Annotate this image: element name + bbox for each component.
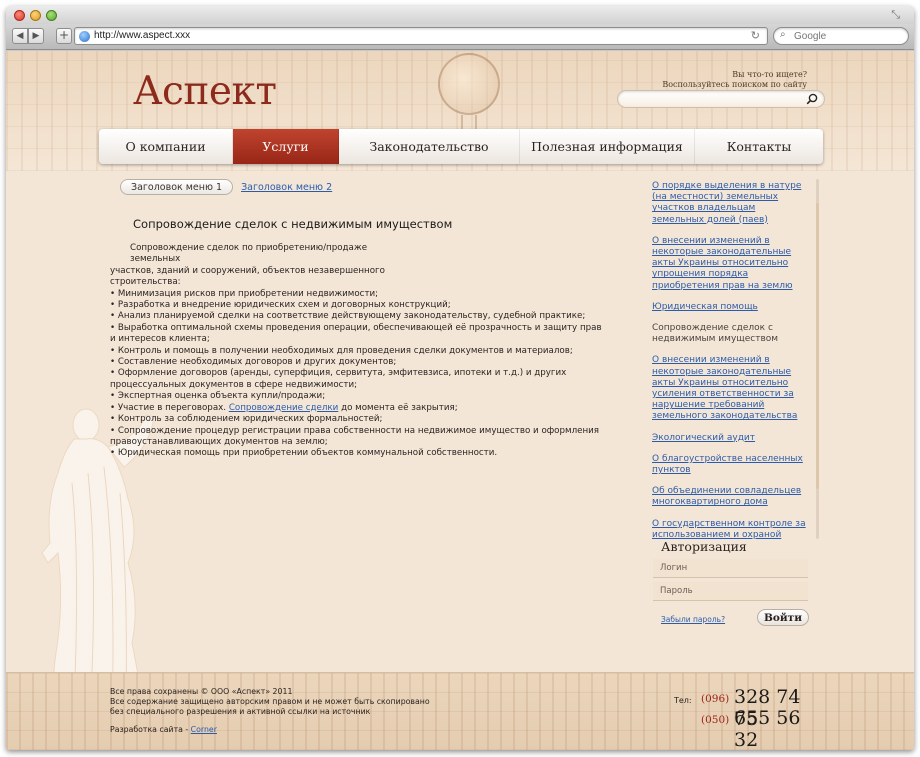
bullet-item: • Минимизация рисков при приобретении не… [110,288,379,299]
bullet-item: • Составление необходимых договоров и др… [110,357,397,368]
news-item: О государственном контроле за использова… [652,519,810,541]
news-item: Экологический аудит [652,433,810,444]
reload-icon[interactable]: ↻ [751,29,760,42]
submenu-item-1[interactable]: Заголовок меню 1 [120,179,234,195]
main-navigation: О компании Услуги Законодательство Полез… [99,129,823,164]
news-link-land-liability[interactable]: О внесении изменений в некоторые законод… [652,355,797,421]
site-search-input[interactable] [626,93,806,106]
sidebar-news-list: О порядке выделения в натуре (на местнос… [652,181,810,551]
bullet-item: • Экспертная оценка объекта купли/продаж… [110,391,326,402]
news-item: Юридическая помощь [652,302,810,313]
news-item-current: Сопровождение сделок с недвижимым имущес… [652,323,779,345]
phone-row-2: (050) 655 56 32 [674,707,814,750]
deal-support-link[interactable]: Сопровождение сделки [229,403,339,413]
news-link-state-control[interactable]: О государственном контроле за использова… [652,519,806,540]
bullet-item: • Разработка и внедрение юридических схе… [110,300,451,311]
sidebar-scrollbar[interactable] [816,179,819,539]
site-search[interactable] [617,90,825,108]
password-field[interactable] [653,582,808,601]
developer-prefix: Разработка сайта - [110,725,189,734]
bullet-item: • Контроль и помощь в получении необходи… [110,345,573,356]
add-bookmark-button[interactable]: + [56,28,72,44]
copyright-line-3: без специального разрешения и активной с… [110,707,371,716]
news-link-co-owners[interactable]: Об объединении совладельцев многоквартир… [652,486,801,507]
news-item: О порядке выделения в натуре (на местнос… [652,181,810,226]
news-link-eco-audit[interactable]: Экологический аудит [652,433,755,443]
copyright: Все права сохранены © ООО «Аспект» 2011 … [110,687,430,717]
phone-numbers: Тел: (096) 328 74 75 (050) 655 56 32 [674,686,814,750]
url-text[interactable]: http://www.aspect.xxx [94,30,190,41]
news-item: О благоустройстве населенных пунктов [652,454,810,476]
bullet-item: • Юридическая помощь при приобретении об… [110,448,498,459]
search-icon[interactable] [806,93,818,105]
news-item: О внесении изменений в некоторые законод… [652,355,810,422]
developer-credit: Разработка сайта - Corner [110,725,217,734]
nav-item-legislation[interactable]: Законодательство [339,129,520,164]
bullet-item: • Анализ планируемой сделки на соответст… [110,311,586,322]
site-logo[interactable]: Аспект [133,69,277,114]
auth-title: Авторизация [661,539,747,554]
search-icon: ⌕ [780,29,786,40]
news-link-land-allocation[interactable]: О порядке выделения в натуре (на местнос… [652,181,801,225]
login-button[interactable]: Войти [757,609,809,626]
footer: Все права сохранены © ООО «Аспект» 2011 … [6,672,914,750]
bullet-item: • Контроль за соблюдением юридических фо… [110,414,383,425]
submenu: Заголовок меню 1 Заголовок меню 2 [120,179,332,195]
sidebar-scrollbar-thumb[interactable] [816,203,819,489]
browser-search-bar[interactable]: ⌕ [773,27,909,45]
phone-code-1: (096) [701,693,730,705]
bullet-item: • Сопровождение процедур регистрации пра… [110,425,600,447]
phone-number-2: 655 56 32 [734,707,801,750]
copyright-line-1: Все права сохранены © ООО «Аспект» 2011 [110,687,293,696]
back-button[interactable]: ◀ [12,28,28,44]
globe-illustration [438,53,500,115]
nav-item-contacts[interactable]: Контакты [695,129,823,164]
developer-link[interactable]: Corner [191,725,217,734]
news-link-improvement[interactable]: О благоустройстве населенных пунктов [652,454,803,475]
phone-row-1: Тел: (096) 328 74 75 [674,686,814,730]
maximize-window-button[interactable] [46,10,57,21]
news-link-land-rights[interactable]: О внесении изменений в некоторые законод… [652,236,793,291]
submenu-item-2[interactable]: Заголовок меню 2 [241,182,332,193]
news-item: Об объединении совладельцев многоквартир… [652,486,810,508]
minimize-window-button[interactable] [30,10,41,21]
search-hint-line-1: Вы что-то ищете? [732,70,807,79]
auth-actions: Забыли пароль? Войти [653,609,813,631]
tel-label: Тел: [674,696,692,705]
forgot-password-link[interactable]: Забыли пароль? [661,615,725,624]
nav-item-useful-info[interactable]: Полезная информация [520,129,695,164]
nav-item-about[interactable]: О компании [99,129,233,164]
bullet-item: • Оформление договоров (аренды, суперфиц… [110,368,567,390]
browser-search-input[interactable] [794,29,904,43]
browser-window: ⤡ ◀ ▶ + http://www.aspect.xxx ↻ ⌕ Аспект… [6,6,914,750]
bullet-item: • Выработка оптимальной схемы проведения… [110,322,602,345]
title-bar: ⤡ [6,6,914,24]
search-hint: Вы что-то ищете? Воспользуйтесь поиском … [662,70,807,90]
phone-code-2: (050) [701,714,730,726]
login-field[interactable] [653,559,808,578]
fullscreen-icon[interactable]: ⤡ [891,8,900,22]
web-page: Аспект Вы что-то ищете? Воспользуйтесь п… [6,51,914,750]
forward-button[interactable]: ▶ [28,28,44,44]
copyright-line-2: Все содержание защищено авторским правом… [110,697,430,706]
globe-icon [79,31,90,42]
search-hint-line-2: Воспользуйтесь поиском по сайту [662,80,807,89]
participation-prefix: • Участие в переговорах. [110,402,227,413]
participation-suffix: до момента её закрытия; [341,402,458,413]
article-intro: Сопровождение сделок по приобретению/про… [130,243,368,265]
auth-block: Авторизация Забыли пароль? Войти [653,539,813,631]
article-title: Сопровождение сделок с недвижимым имущес… [133,217,453,231]
address-bar[interactable]: http://www.aspect.xxx ↻ [74,27,768,45]
nav-item-services[interactable]: Услуги [233,129,339,164]
bullet-item-participation: • Участие в переговорах. Сопровождение с… [110,403,604,414]
article-body: Сопровождение сделок по приобретению/про… [110,243,604,460]
news-link-legal-help[interactable]: Юридическая помощь [652,302,758,312]
news-item: О внесении изменений в некоторые законод… [652,236,810,292]
article-intro-cont: участков, зданий и сооружений, объектов … [110,265,385,288]
close-window-button[interactable] [14,10,25,21]
browser-toolbar: ◀ ▶ + http://www.aspect.xxx ↻ ⌕ [6,24,914,50]
